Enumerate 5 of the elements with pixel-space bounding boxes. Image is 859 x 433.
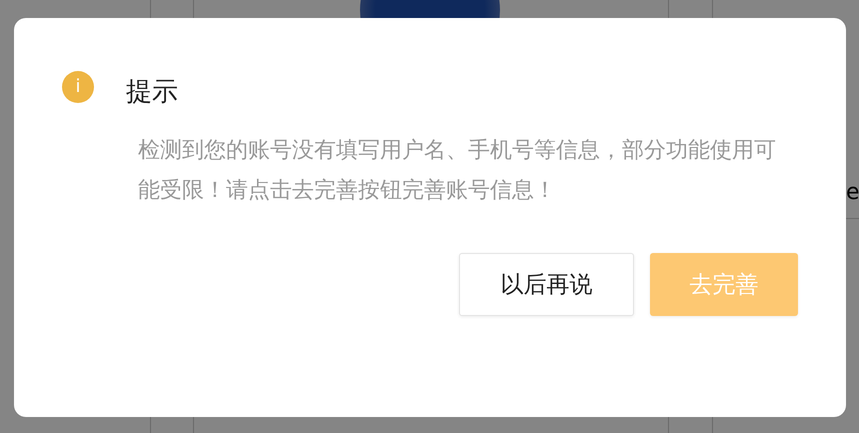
later-button[interactable]: 以后再说 [459, 253, 634, 316]
dialog-title: 提示 [126, 76, 178, 109]
dialog-message: 检测到您的账号没有填写用户名、手机号等信息，部分功能使用可能受限！请点击去完善按钮完善账号信息！ [138, 137, 777, 205]
info-icon: i [62, 70, 94, 102]
background-text: e [846, 180, 859, 205]
